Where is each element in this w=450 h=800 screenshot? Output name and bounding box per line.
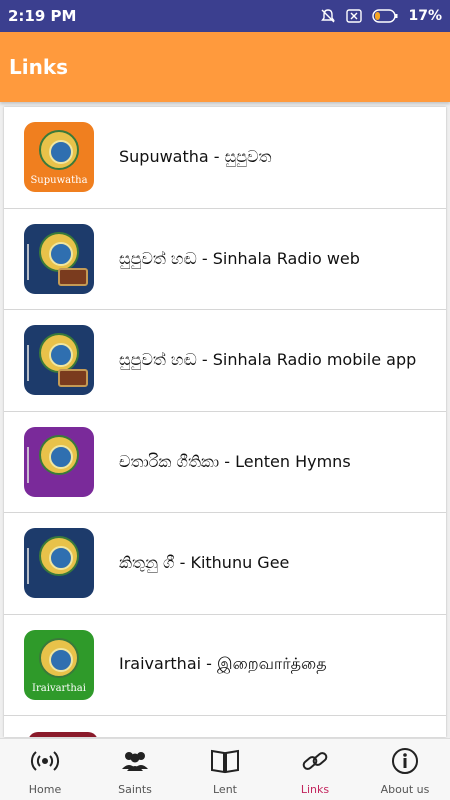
sim-disabled-icon	[346, 9, 363, 23]
status-bar: 2:19 PM 17%	[0, 0, 450, 32]
iraivarthai-app-icon: Iraivarthai	[24, 629, 94, 700]
battery-icon	[372, 9, 398, 23]
nav-label: Saints	[118, 783, 152, 796]
list-item-supuwatha[interactable]: Supuwatha Supuwatha - සුපුවත	[4, 107, 446, 209]
notifications-muted-icon	[320, 8, 336, 24]
partial-app-icon	[28, 732, 98, 737]
list-item-lenten-hymns[interactable]: චතාරික ගීතිකා - Lenten Hymns	[4, 412, 446, 513]
nav-lent[interactable]: Lent	[180, 739, 270, 800]
nav-label: Lent	[213, 783, 237, 796]
radio-app-icon	[24, 325, 94, 396]
status-time: 2:19 PM	[8, 7, 77, 25]
status-icons: 17%	[320, 8, 442, 24]
nav-label: Links	[300, 783, 330, 796]
nav-home[interactable]: Home	[0, 739, 90, 800]
info-icon	[389, 745, 421, 777]
book-icon	[209, 745, 241, 777]
list-item-label: කිතුනු ගී - Kithunu Gee	[119, 553, 290, 573]
people-icon	[119, 745, 151, 777]
links-list: Supuwatha Supuwatha - සුපුවත සුපුවත් හඬ …	[4, 107, 446, 737]
battery-percentage: 17%	[408, 8, 442, 24]
list-item-kithunu-gee[interactable]: කිතුනු ගී - Kithunu Gee	[4, 513, 446, 615]
list-item-label: Iraivarthai - இறைவார்த்தை	[119, 654, 327, 674]
nav-label: Home	[28, 783, 62, 796]
list-item-label: සුපුවත් හඬ - Sinhala Radio web	[119, 248, 360, 268]
list-item-sinhala-radio-web[interactable]: සුපුවත් හඬ - Sinhala Radio web	[4, 209, 446, 310]
list-item-label: සුපුවත් හඬ - Sinhala Radio mobile app	[119, 350, 417, 370]
radio-waves-icon	[29, 745, 61, 777]
lenten-hymns-app-icon	[24, 426, 94, 497]
kithunu-gee-app-icon	[24, 528, 94, 599]
list-item-label: චතාරික ගීතිකා - Lenten Hymns	[119, 451, 351, 471]
supuwatha-app-icon: Supuwatha	[24, 122, 94, 193]
nav-about-us[interactable]: About us	[360, 739, 450, 800]
list-item-label: Supuwatha - සුපුවත	[119, 147, 272, 167]
bottom-navigation: Home Saints Lent Links About us	[0, 738, 450, 800]
radio-app-icon	[24, 223, 94, 294]
page-title: Links	[9, 55, 69, 79]
list-item-iraivarthai[interactable]: Iraivarthai Iraivarthai - இறைவார்த்தை	[4, 615, 446, 716]
nav-saints[interactable]: Saints	[90, 739, 180, 800]
nav-links[interactable]: Links	[270, 739, 360, 800]
nav-label: About us	[380, 783, 430, 796]
link-icon	[299, 745, 331, 777]
list-item-sinhala-radio-mobile[interactable]: සුපුවත් හඬ - Sinhala Radio mobile app	[4, 310, 446, 412]
app-bar: Links	[0, 32, 450, 102]
